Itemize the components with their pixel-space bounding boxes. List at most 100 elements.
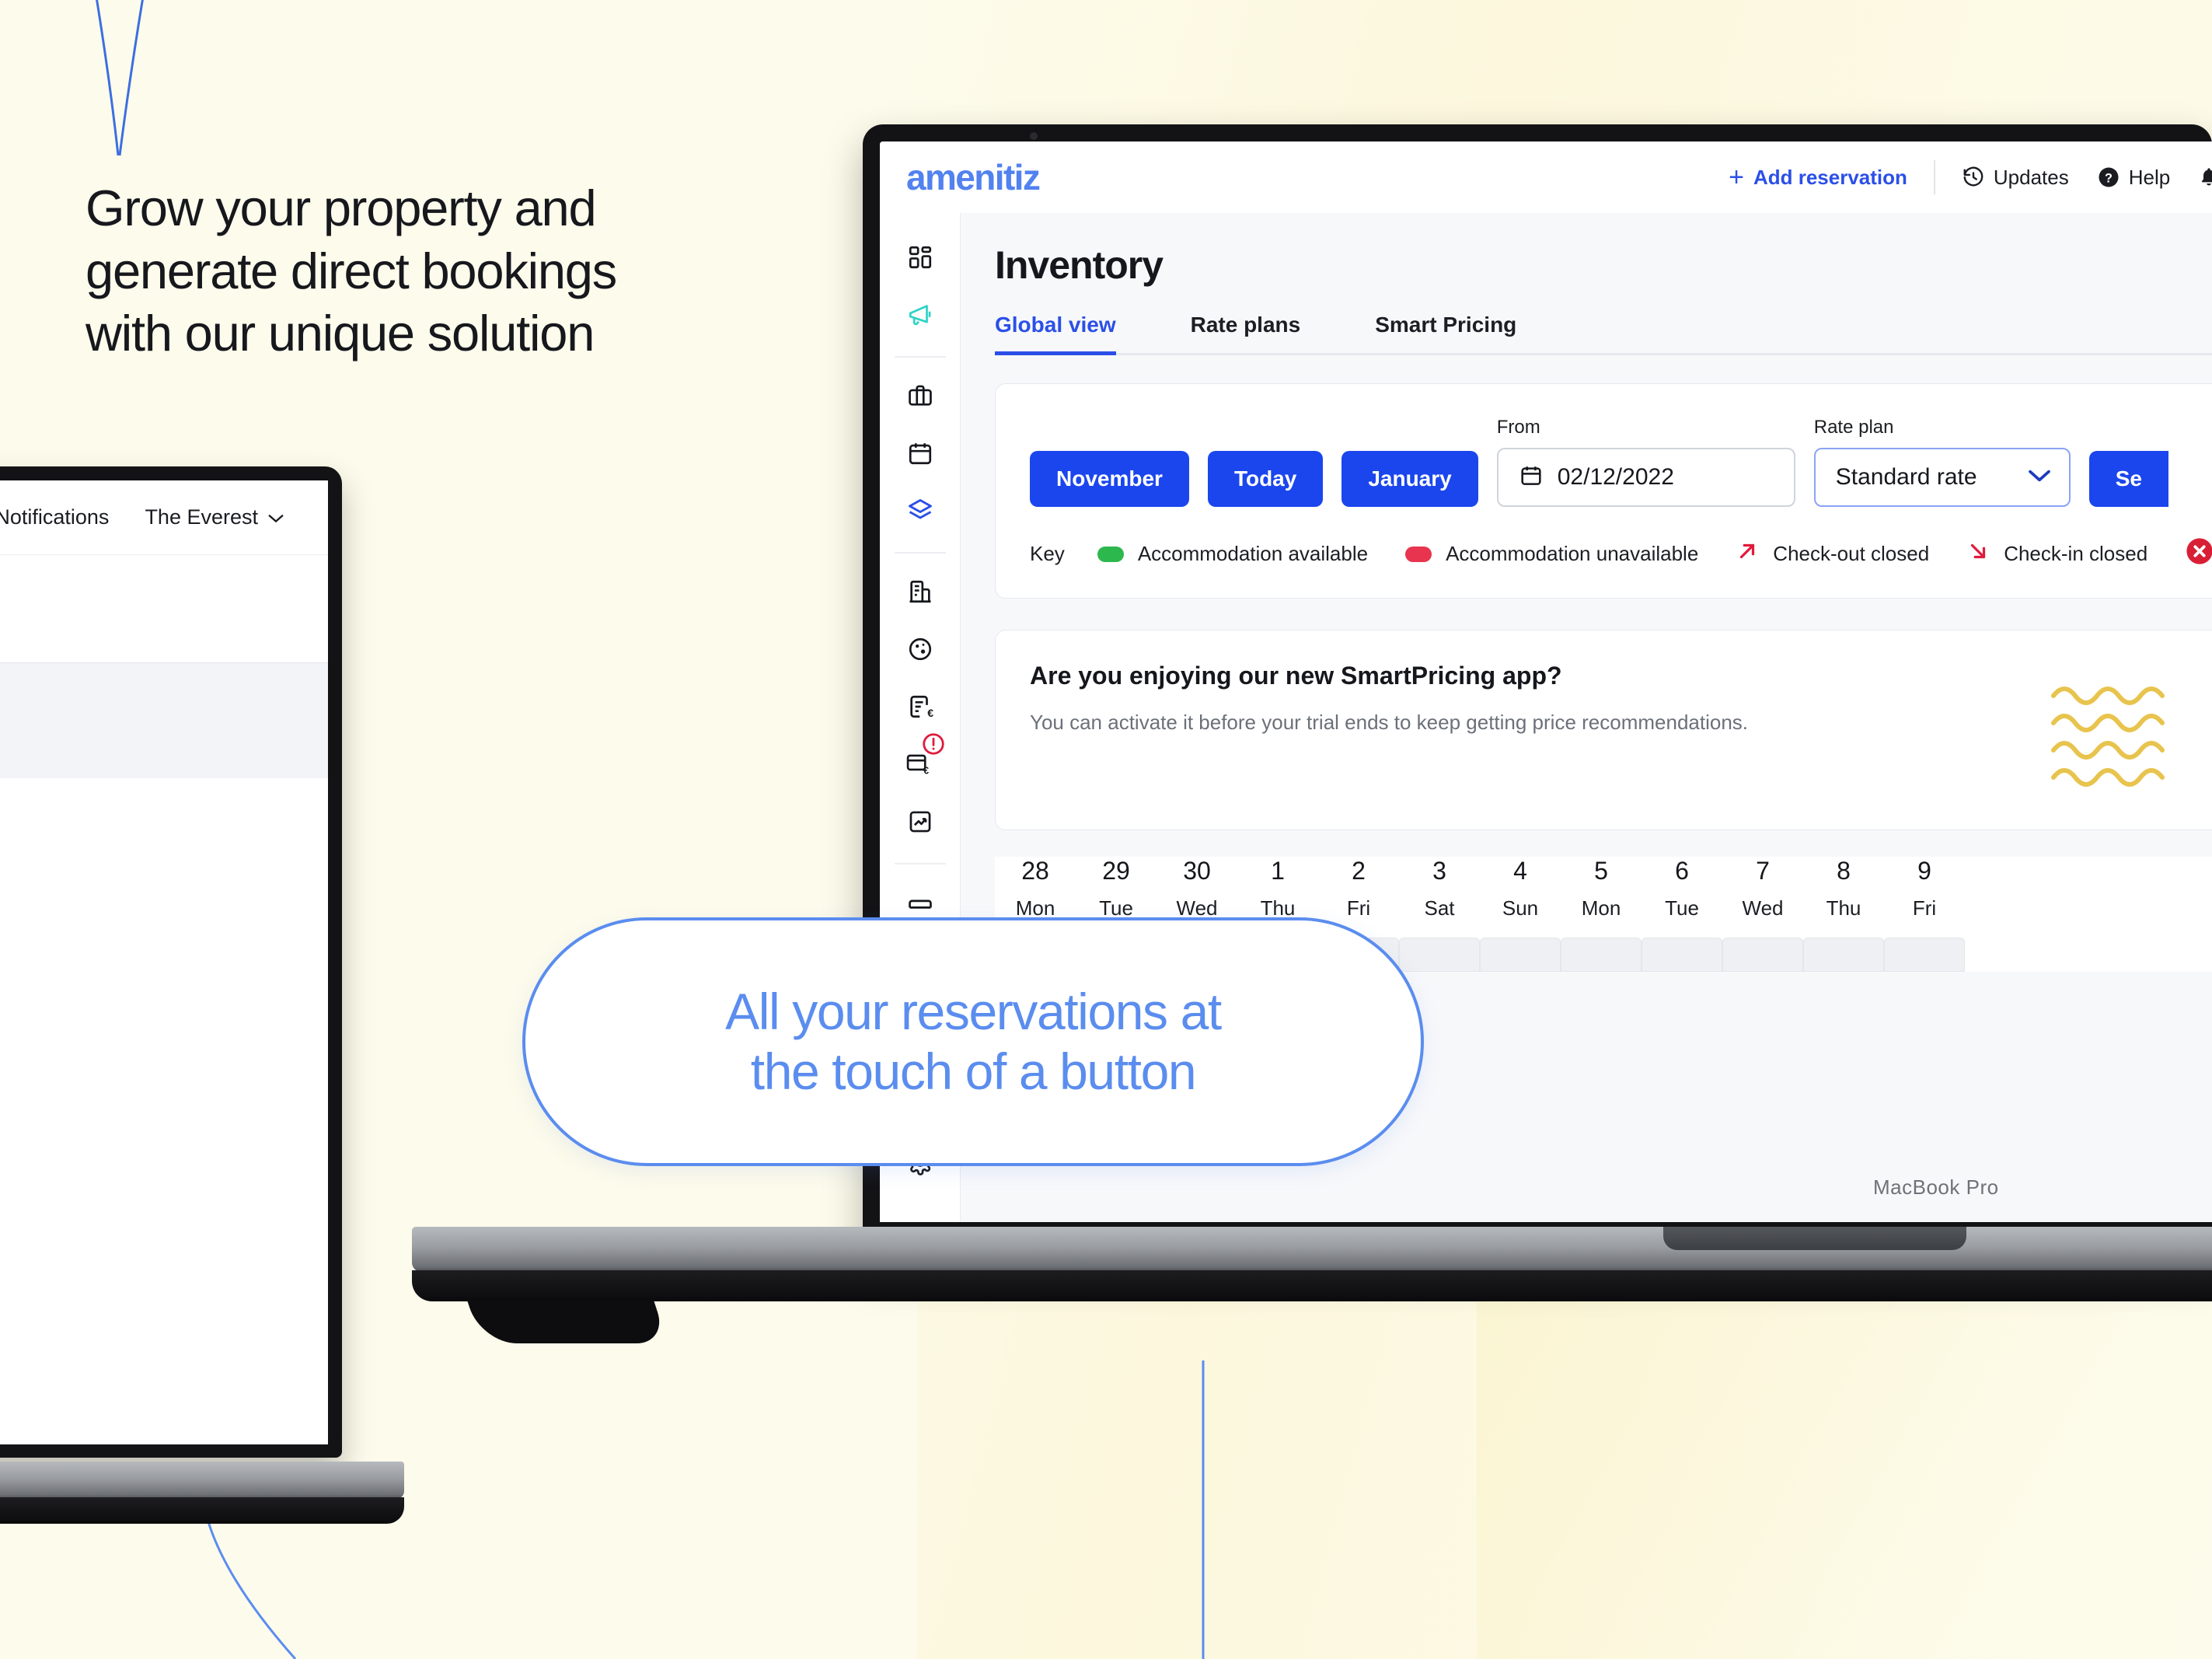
filters-card: November Today January From 02/12/2022 R… [995,383,2212,599]
add-reservation-button[interactable]: + Add reservation [1729,164,1907,190]
headline-line-1: Grow your property and [85,180,597,236]
sidebar-item-bookings[interactable] [895,368,945,426]
calendar-day-name: Fri [1912,896,1937,920]
grid-cell[interactable] [1803,938,1884,972]
amenitiz-logo[interactable]: amenitiz [906,156,1041,198]
grid-cell[interactable] [1722,938,1803,972]
calendar-column[interactable]: 2 Fri [1318,857,1399,920]
sidebar-item-inventory[interactable] [895,484,945,541]
legend-label: Accommodation unavailable [1446,542,1699,565]
sidebar-item-calendar[interactable] [895,426,945,484]
right-laptop-foot [466,1300,668,1343]
left-calendar-header: Sun 27 Nov Mo 2 No [0,662,328,778]
topbar-actions: + Add reservation Updates ? Help [1729,160,2212,194]
svg-text:€: € [927,707,933,719]
calendar-day-number: 29 [1102,857,1130,885]
calendar-column[interactable]: 29 Tue [1076,857,1157,920]
chevron-down-icon [2027,468,2052,487]
device-label: MacBook Pro [1873,1175,1999,1199]
alert-icon [919,731,947,757]
calendar-day-number: 1 [1271,857,1285,885]
left-laptop-screen-bezel: Notifications The Everest Expanded view … [0,466,342,1458]
green-pill-icon [1097,546,1124,562]
from-date-field-group: From 02/12/2022 [1496,417,1795,507]
updates-button[interactable]: Updates [1962,166,2069,190]
close-circle-icon [2185,536,2212,571]
grid-cell[interactable] [1884,938,1965,972]
grid-cell[interactable] [1399,938,1480,972]
sidebar-item-analytics[interactable] [895,795,945,852]
property-selector[interactable]: The Everest [145,505,284,529]
month-january-button[interactable]: January [1342,451,1478,507]
briefcase-icon [907,382,933,413]
grid-cell[interactable] [1480,938,1561,972]
rate-plan-select[interactable]: Standard rate [1813,448,2071,507]
callout-text: All your reservations at the touch of a … [671,982,1275,1101]
bed-icon [907,892,933,917]
smartpricing-banner: Are you enjoying our new SmartPricing ap… [995,630,2212,830]
notifications-button[interactable]: N [2198,166,2212,190]
updates-label: Updates [1993,165,2069,189]
calendar-column[interactable]: 30 Wed [1157,857,1237,920]
clock-history-icon [1962,166,1985,189]
rate-plan-field-group: Rate plan Standard rate [1813,417,2071,507]
table-row[interactable] [0,1046,328,1100]
calendar-column[interactable]: 1 Thu [1237,857,1318,920]
calendar-day-name: Fri [1346,896,1371,920]
calendar-column[interactable]: 9 Fri [1884,857,1965,920]
table-row[interactable] [0,1154,328,1207]
month-november-button[interactable]: November [1030,451,1189,507]
help-button[interactable]: ? Help [2097,166,2170,190]
from-date-input[interactable]: 02/12/2022 [1496,448,1795,507]
sidebar-item-channels[interactable] [895,622,945,679]
tab-smart-pricing[interactable]: Smart Pricing [1375,313,1516,353]
sidebar-item-marketing[interactable] [895,288,945,345]
sidebar-item-property[interactable] [895,564,945,622]
grid-cell[interactable] [1642,938,1722,972]
calendar-day-number: 30 [1183,857,1211,885]
building-icon [907,578,933,609]
grid-cell[interactable] [1561,938,1642,972]
table-row[interactable] [0,1100,328,1154]
calendar-day-number: 6 [1675,857,1689,885]
calendar-icon [907,440,933,470]
legend-item-checkout-closed: Check-out closed [1736,540,1929,568]
calendar-column[interactable]: 5 Mon [1561,857,1642,920]
calendar-day-number: 3 [1432,857,1446,885]
help-label: Help [2128,165,2171,189]
calendar-day-number: 4 [1513,857,1527,885]
calendar-day-name: Thu [1826,896,1861,920]
table-row[interactable] [0,939,328,993]
table-row[interactable] [0,778,328,832]
sidebar-item-invoices[interactable]: € [895,679,945,737]
left-view-toggle-row: Expanded view Compact view [0,555,328,662]
topbar-divider [1933,160,1935,194]
sidebar-item-payments[interactable]: € [895,731,947,795]
calendar-column[interactable]: 7 Wed [1722,857,1803,920]
banner-title: Are you enjoying our new SmartPricing ap… [1030,662,1562,690]
calendar-column[interactable]: 6 Tue [1642,857,1722,920]
calendar-icon [1519,463,1544,492]
sidebar-divider [894,552,946,554]
sidebar-divider [894,356,946,358]
tab-global-view[interactable]: Global view [995,313,1116,355]
table-row[interactable] [0,832,328,885]
left-laptop-mockup: Notifications The Everest Expanded view … [0,466,435,1617]
table-row[interactable] [0,993,328,1046]
today-button[interactable]: Today [1207,451,1324,507]
search-button[interactable]: Se [2088,451,2168,507]
globe-icon [907,636,933,666]
table-row[interactable] [0,885,328,939]
arrow-down-right-icon [1966,540,1990,568]
tab-rate-plans[interactable]: Rate plans [1191,313,1301,353]
notifications-button[interactable]: Notifications [0,504,109,531]
calendar-column[interactable]: 3 Sat [1399,857,1480,920]
legend-item-checkin-closed: Check-in closed [1966,540,2147,568]
sidebar-item-dashboard[interactable] [895,230,945,288]
calendar-column[interactable]: 4 Sun [1480,857,1561,920]
calendar-column[interactable]: 28 Mon [995,857,1076,920]
calendar-column[interactable]: 8 Thu [1803,857,1884,920]
notifications-label: Notifications [0,505,110,529]
calendar-day-number: 5 [1594,857,1608,885]
rate-plan-value: Standard rate [1835,464,1977,490]
